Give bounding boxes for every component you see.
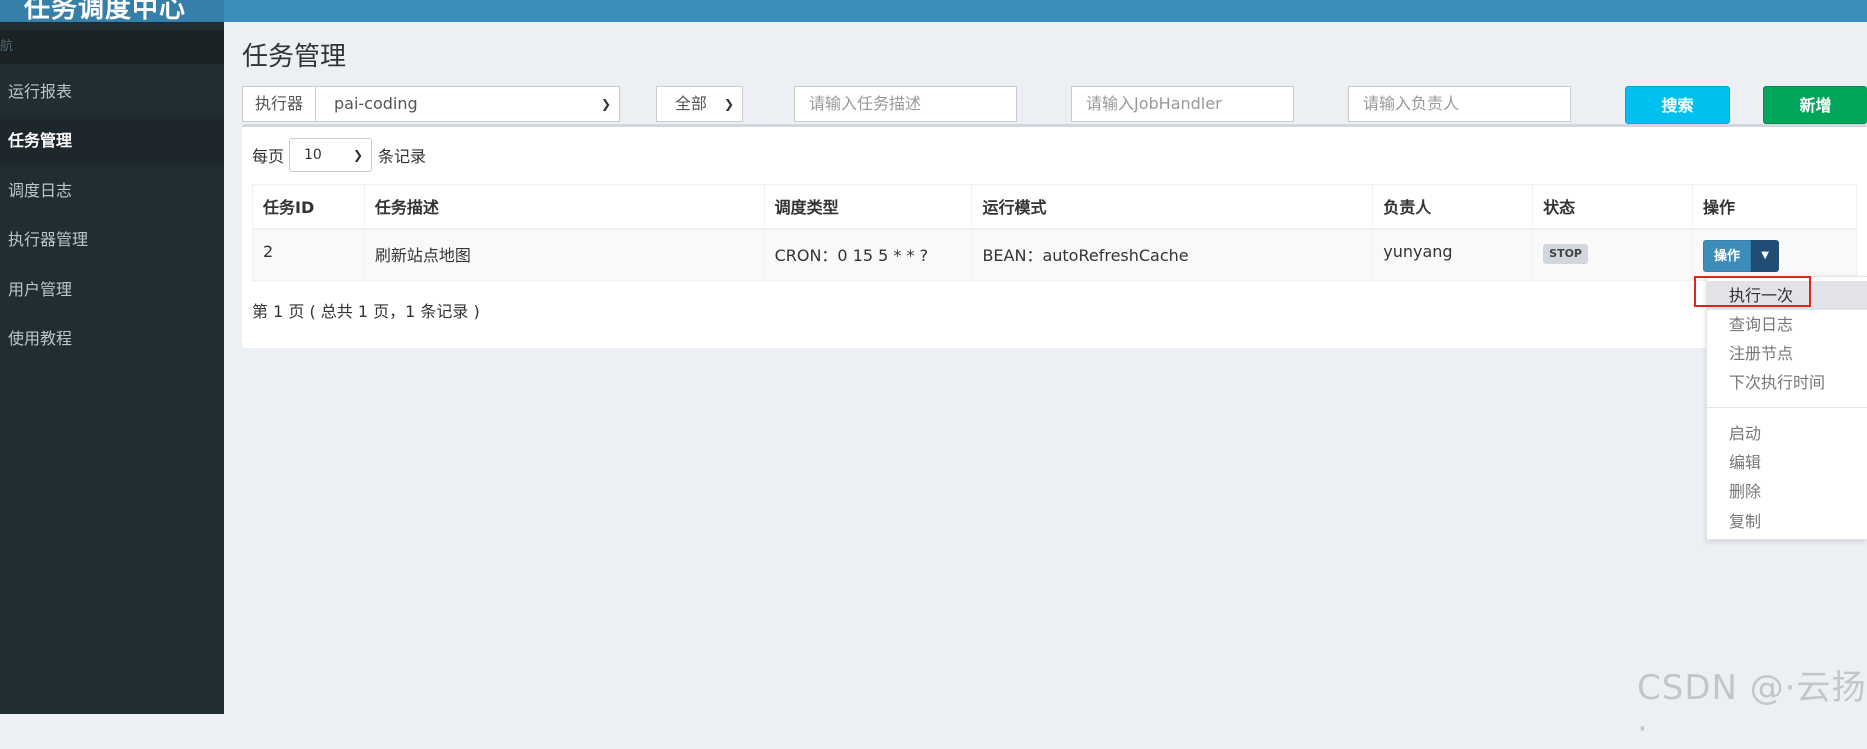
author-input[interactable]: 请输入负责人 [1348, 86, 1571, 122]
per-page-value: 10 [304, 147, 322, 163]
watermark: CSDN @·云扬· [1637, 668, 1867, 749]
chevron-down-icon: ❯ [723, 97, 734, 111]
menu-item-trigger-once[interactable]: 执行一次 [1707, 281, 1867, 310]
table-row: 2 刷新站点地图 CRON：0 15 5 * * ? BEAN：autoRefr… [252, 228, 1857, 281]
sidebar-item-user-management[interactable]: 用户管理 [0, 266, 224, 314]
menu-item-start[interactable]: 启动 [1707, 419, 1867, 448]
table-header-row: 任务ID 任务描述 调度类型 运行模式 负责人 状态 操作 [252, 184, 1857, 230]
status-badge: STOP [1543, 243, 1588, 264]
logo-area[interactable]: 任务调度中心 [0, 0, 224, 24]
menu-item-next-trigger-time[interactable]: 下次执行时间 [1707, 368, 1867, 397]
sidebar-item-report[interactable]: 运行报表 [0, 68, 224, 116]
column-header-desc[interactable]: 任务描述 [363, 184, 765, 230]
cell-desc: 刷新站点地图 [363, 228, 765, 281]
sidebar-header: 航 [0, 30, 224, 64]
executor-select-value: pai-coding [334, 94, 418, 113]
per-page-label: 每页 [252, 147, 285, 166]
cell-mode: BEAN：autoRefreshCache [971, 228, 1374, 281]
menu-divider [1707, 407, 1867, 408]
action-dropdown-menu: 执行一次 查询日志 注册节点 下次执行时间 启动 编辑 删除 复制 [1706, 276, 1867, 540]
per-page-suffix: 条记录 [378, 147, 427, 166]
status-select[interactable]: 全部 ❯ [656, 86, 743, 122]
executor-label: 执行器 [242, 86, 316, 122]
caret-down-icon[interactable]: ▼ [1751, 239, 1780, 272]
job-desc-input[interactable]: 请输入任务描述 [794, 86, 1017, 122]
pagination-summary: 第 1 页 ( 总共 1 页，1 条记录 ) [252, 302, 480, 321]
job-handler-input[interactable]: 请输入JobHandler [1071, 86, 1294, 122]
per-page-select[interactable]: 10 ❯ [289, 138, 372, 172]
sidebar-item-job-management[interactable]: 任务管理 [0, 117, 224, 165]
menu-item-edit[interactable]: 编辑 [1707, 448, 1867, 477]
add-job-button[interactable]: 新增 [1763, 86, 1867, 124]
cell-actions: 操作 ▼ [1692, 228, 1857, 281]
column-header-id[interactable]: 任务ID [252, 184, 365, 230]
column-header-status[interactable]: 状态 [1532, 184, 1694, 230]
cell-author: yunyang [1372, 228, 1534, 281]
menu-item-query-log[interactable]: 查询日志 [1707, 310, 1867, 339]
action-button-group: 操作 ▼ [1703, 239, 1780, 272]
sidebar: 航 运行报表 任务管理 调度日志 执行器管理 用户管理 使用教程 [0, 22, 224, 714]
column-header-actions: 操作 [1692, 184, 1857, 230]
column-header-mode[interactable]: 运行模式 [971, 184, 1374, 230]
sidebar-item-dispatch-log[interactable]: 调度日志 [0, 167, 224, 215]
executor-select[interactable]: pai-coding ❯ [315, 86, 620, 122]
job-table: 任务ID 任务描述 调度类型 运行模式 负责人 状态 操作 2 刷新站点地图 C… [252, 184, 1857, 281]
chevron-down-icon: ❯ [352, 148, 363, 162]
search-button[interactable]: 搜索 [1625, 86, 1730, 124]
action-button[interactable]: 操作 [1703, 239, 1752, 272]
status-select-value: 全部 [675, 94, 708, 113]
cell-schedule: CRON：0 15 5 * * ? [763, 228, 973, 281]
cell-id: 2 [252, 228, 365, 281]
menu-item-registry-nodes[interactable]: 注册节点 [1707, 339, 1867, 368]
sidebar-item-tutorial[interactable]: 使用教程 [0, 315, 224, 363]
page-title: 任务管理 [242, 42, 347, 72]
menu-item-copy[interactable]: 复制 [1707, 507, 1867, 536]
chevron-down-icon: ❯ [600, 97, 611, 111]
column-header-schedule[interactable]: 调度类型 [763, 184, 973, 230]
menu-item-delete[interactable]: 删除 [1707, 477, 1867, 506]
top-navbar: 任务调度中心 [0, 0, 1867, 24]
sidebar-item-executor-management[interactable]: 执行器管理 [0, 216, 224, 264]
cell-status: STOP [1532, 228, 1694, 281]
column-header-author[interactable]: 负责人 [1372, 184, 1534, 230]
